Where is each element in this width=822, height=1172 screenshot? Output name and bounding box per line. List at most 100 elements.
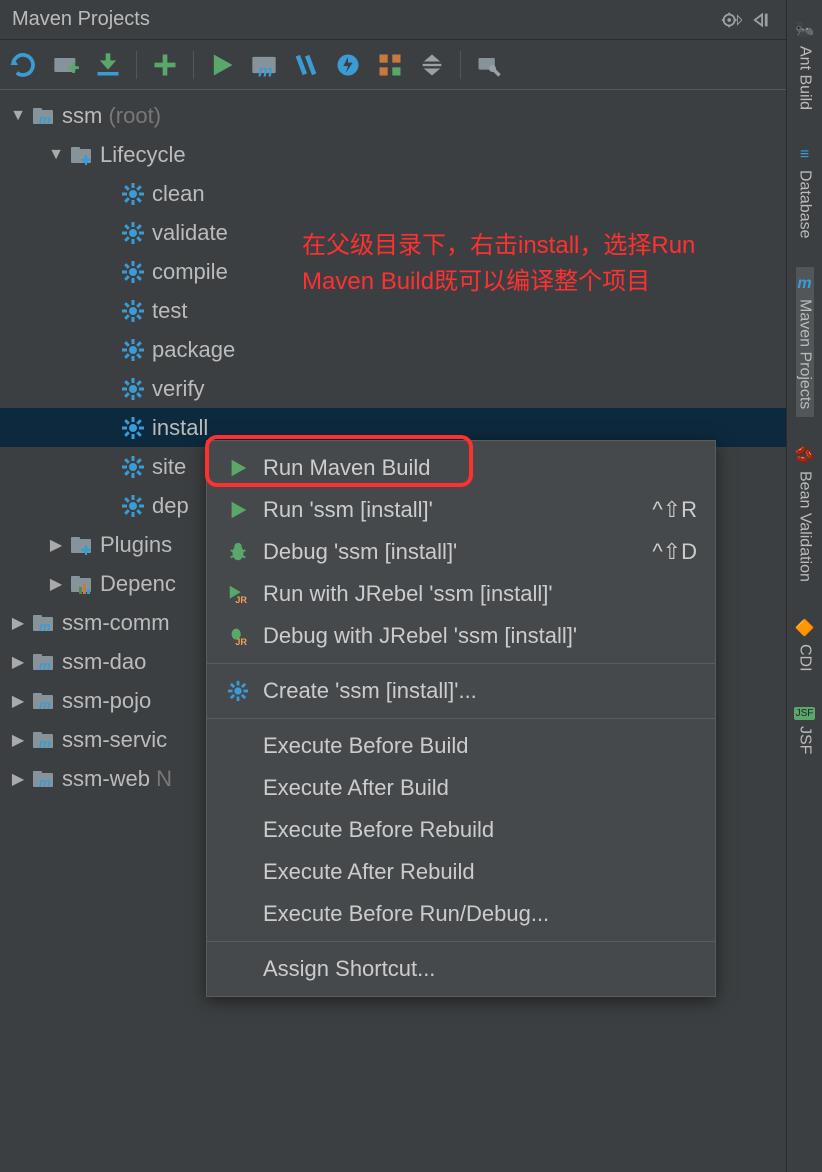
menu-shortcut: ^⇧R bbox=[652, 497, 697, 523]
gear-icon bbox=[120, 337, 146, 363]
tree-label: Lifecycle bbox=[100, 142, 186, 168]
tree-label: test bbox=[152, 298, 187, 324]
chevron-right-icon[interactable]: ▶ bbox=[6, 613, 30, 633]
menu-run-install[interactable]: Run 'ssm [install]' ^⇧R bbox=[207, 489, 715, 531]
tree-label: package bbox=[152, 337, 235, 363]
menu-separator bbox=[207, 663, 715, 664]
gear-icon bbox=[120, 220, 146, 246]
menu-label: Execute Before Rebuild bbox=[263, 817, 494, 843]
folder-gear-icon bbox=[68, 142, 94, 168]
menu-label: Execute After Rebuild bbox=[263, 859, 475, 885]
panel-title: Maven Projects bbox=[12, 8, 150, 31]
tab-cdi[interactable]: 🔶CDI bbox=[795, 610, 815, 680]
tree-label: ssm-web bbox=[62, 766, 150, 792]
chevron-right-icon[interactable]: ▶ bbox=[6, 691, 30, 711]
chevron-right-icon[interactable]: ▶ bbox=[44, 574, 68, 594]
chevron-right-icon[interactable]: ▶ bbox=[44, 535, 68, 555]
module-icon bbox=[30, 688, 56, 714]
chevron-down-icon[interactable]: ▼ bbox=[44, 146, 68, 164]
refresh-icon[interactable] bbox=[8, 50, 38, 80]
tree-label: ssm bbox=[62, 103, 102, 129]
menu-exec-before-run[interactable]: Execute Before Run/Debug... bbox=[207, 893, 715, 935]
hide-icon[interactable] bbox=[752, 9, 774, 31]
menu-debug-install[interactable]: Debug 'ssm [install]' ^⇧D bbox=[207, 531, 715, 573]
lifecycle-item[interactable]: verify bbox=[0, 369, 786, 408]
gear-icon bbox=[120, 259, 146, 285]
tree-label: ssm-servic bbox=[62, 727, 167, 753]
menu-separator bbox=[207, 941, 715, 942]
chevron-right-icon[interactable]: ▶ bbox=[6, 730, 30, 750]
tree-label: verify bbox=[152, 376, 205, 402]
wrench-icon[interactable] bbox=[475, 51, 503, 79]
show-deps-icon[interactable] bbox=[376, 51, 404, 79]
menu-label: Debug 'ssm [install]' bbox=[263, 539, 457, 565]
chevron-right-icon[interactable]: ▶ bbox=[6, 769, 30, 789]
menu-exec-after-build[interactable]: Execute After Build bbox=[207, 767, 715, 809]
jrebel-bug-icon bbox=[225, 623, 251, 649]
menu-separator bbox=[207, 718, 715, 719]
menu-label: Execute Before Run/Debug... bbox=[263, 901, 549, 927]
tree-label: Depenc bbox=[100, 571, 176, 597]
menu-label: Assign Shortcut... bbox=[263, 956, 435, 982]
play-icon bbox=[225, 455, 251, 481]
menu-shortcut: ^⇧D bbox=[652, 539, 697, 565]
offline-icon[interactable] bbox=[334, 51, 362, 79]
module-icon bbox=[30, 727, 56, 753]
tree-label: ssm-dao bbox=[62, 649, 146, 675]
tab-maven-projects[interactable]: mMaven Projects bbox=[796, 267, 814, 417]
menu-label: Create 'ssm [install]'... bbox=[263, 678, 477, 704]
folder-gear-icon bbox=[68, 532, 94, 558]
tree-root[interactable]: ▼ ssm (root) bbox=[0, 96, 786, 135]
svg-text:m: m bbox=[258, 62, 273, 78]
tree-label: clean bbox=[152, 181, 205, 207]
lifecycle-item[interactable]: package bbox=[0, 330, 786, 369]
chevron-right-icon[interactable]: ▶ bbox=[6, 652, 30, 672]
add-icon[interactable] bbox=[151, 51, 179, 79]
tab-ant-build[interactable]: 🐜Ant Build bbox=[795, 12, 815, 118]
play-icon bbox=[225, 497, 251, 523]
tree-label: validate bbox=[152, 220, 228, 246]
menu-label: Run Maven Build bbox=[263, 455, 431, 481]
menu-run-maven-build[interactable]: Run Maven Build bbox=[207, 447, 715, 489]
tree-lifecycle[interactable]: ▼ Lifecycle bbox=[0, 135, 786, 174]
tree-label: ssm-comm bbox=[62, 610, 170, 636]
execute-m-icon[interactable]: m bbox=[250, 51, 278, 79]
gear-icon bbox=[225, 678, 251, 704]
gear-icon bbox=[120, 376, 146, 402]
menu-assign-shortcut[interactable]: Assign Shortcut... bbox=[207, 948, 715, 990]
tab-jsf[interactable]: JSFJSF bbox=[794, 699, 816, 762]
menu-create[interactable]: Create 'ssm [install]'... bbox=[207, 670, 715, 712]
tree-label: dep bbox=[152, 493, 189, 519]
module-icon bbox=[30, 766, 56, 792]
toolbar: m bbox=[0, 40, 786, 90]
settings-icon[interactable] bbox=[720, 9, 742, 31]
chevron-down-icon[interactable]: ▼ bbox=[6, 107, 30, 125]
collapse-icon[interactable] bbox=[418, 51, 446, 79]
tree-suffix: (root) bbox=[108, 103, 161, 129]
run-icon[interactable] bbox=[208, 51, 236, 79]
tree-label: ssm-pojo bbox=[62, 688, 151, 714]
gear-icon bbox=[120, 181, 146, 207]
menu-label: Run with JRebel 'ssm [install]' bbox=[263, 581, 553, 607]
tree-label: Plugins bbox=[100, 532, 172, 558]
tab-database[interactable]: ≡Database bbox=[796, 138, 814, 247]
skip-tests-icon[interactable] bbox=[292, 51, 320, 79]
menu-exec-after-rebuild[interactable]: Execute After Rebuild bbox=[207, 851, 715, 893]
lifecycle-item[interactable]: clean bbox=[0, 174, 786, 213]
module-icon bbox=[30, 649, 56, 675]
menu-run-jrebel[interactable]: Run with JRebel 'ssm [install]' bbox=[207, 573, 715, 615]
context-menu: Run Maven Build Run 'ssm [install]' ^⇧R … bbox=[206, 440, 716, 997]
menu-debug-jrebel[interactable]: Debug with JRebel 'ssm [install]' bbox=[207, 615, 715, 657]
menu-exec-before-rebuild[interactable]: Execute Before Rebuild bbox=[207, 809, 715, 851]
tab-bean-validation[interactable]: 🫘Bean Validation bbox=[795, 437, 815, 590]
right-tool-buttons: 🐜Ant Build ≡Database mMaven Projects 🫘Be… bbox=[786, 0, 822, 1172]
tree-label: compile bbox=[152, 259, 228, 285]
add-project-icon[interactable] bbox=[52, 51, 80, 79]
annotation-text: 在父级目录下，右击install，选择Run Maven Build既可以编译整… bbox=[302, 228, 695, 300]
menu-exec-before-build[interactable]: Execute Before Build bbox=[207, 725, 715, 767]
folder-bars-icon bbox=[68, 571, 94, 597]
bug-icon bbox=[225, 539, 251, 565]
download-icon[interactable] bbox=[94, 51, 122, 79]
menu-label: Debug with JRebel 'ssm [install]' bbox=[263, 623, 577, 649]
menu-label: Execute Before Build bbox=[263, 733, 468, 759]
